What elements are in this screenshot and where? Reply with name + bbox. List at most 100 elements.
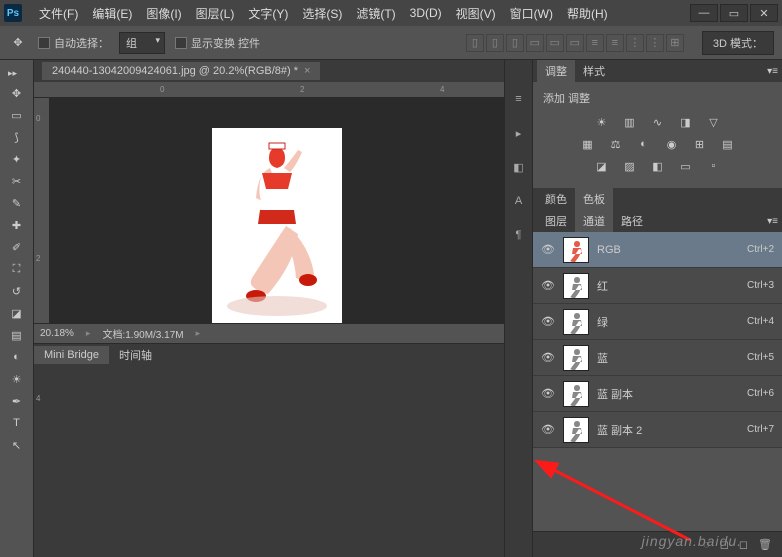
adjustments-tab[interactable]: 调整 xyxy=(537,60,575,82)
menu-view[interactable]: 视图(V) xyxy=(449,5,503,22)
align-right-icon[interactable]: ▯ xyxy=(506,34,524,52)
visibility-toggle-icon[interactable]: 👁 xyxy=(541,315,555,329)
channel-thumbnail xyxy=(563,309,589,335)
menu-help[interactable]: 帮助(H) xyxy=(560,5,615,22)
crop-tool[interactable]: ✂ xyxy=(0,170,33,192)
canvas[interactable] xyxy=(50,98,504,323)
threshold-icon[interactable]: ◧ xyxy=(648,158,668,174)
channel-row[interactable]: 👁绿Ctrl+4 xyxy=(533,304,782,340)
levels-icon[interactable]: ▥ xyxy=(620,114,640,130)
panel-menu-icon[interactable]: ▾≡ xyxy=(767,66,778,77)
menu-edit[interactable]: 编辑(E) xyxy=(85,5,139,22)
actions-dock-icon[interactable]: ▸ xyxy=(510,124,528,142)
visibility-toggle-icon[interactable]: 👁 xyxy=(541,351,555,365)
align-left-icon[interactable]: ▯ xyxy=(466,34,484,52)
visibility-toggle-icon[interactable]: 👁 xyxy=(541,243,555,257)
selective-color-icon[interactable]: ▫ xyxy=(704,158,724,174)
menu-layer[interactable]: 图层(L) xyxy=(189,5,242,22)
show-transform-checkbox[interactable] xyxy=(175,37,187,49)
channels-tab[interactable]: 通道 xyxy=(575,210,613,232)
minimize-button[interactable]: — xyxy=(690,4,718,22)
history-dock-icon[interactable]: ≡ xyxy=(510,90,528,108)
menu-type[interactable]: 文字(Y) xyxy=(241,5,295,22)
mode-3d-button[interactable]: 3D 模式： xyxy=(702,31,774,55)
delete-channel-icon[interactable]: 🗑 xyxy=(758,538,772,551)
magic-wand-tool[interactable]: ✦ xyxy=(0,148,33,170)
lasso-tool[interactable]: ⟆ xyxy=(0,126,33,148)
move-tool[interactable]: ✥ xyxy=(0,82,33,104)
maximize-button[interactable]: ▭ xyxy=(720,4,748,22)
brush-tool[interactable]: ✐ xyxy=(0,236,33,258)
character-dock-icon[interactable]: A xyxy=(510,192,528,210)
curves-icon[interactable]: ∿ xyxy=(648,114,668,130)
zoom-level[interactable]: 20.18% xyxy=(40,328,74,339)
marquee-tool[interactable]: ▭ xyxy=(0,104,33,126)
blur-tool[interactable]: ◐ xyxy=(0,346,33,368)
visibility-toggle-icon[interactable]: 👁 xyxy=(541,279,555,293)
collapse-toolbox-icon[interactable]: ▸▸ xyxy=(0,64,33,82)
align-center-v-icon[interactable]: ▭ xyxy=(546,34,564,52)
align-bottom-icon[interactable]: ▭ xyxy=(566,34,584,52)
path-tool[interactable]: ↖ xyxy=(0,434,33,456)
eyedropper-tool[interactable]: ✎ xyxy=(0,192,33,214)
channel-row[interactable]: 👁红Ctrl+3 xyxy=(533,268,782,304)
layers-tab[interactable]: 图层 xyxy=(537,210,575,232)
stamp-tool[interactable]: ⛶ xyxy=(0,258,33,280)
document-tab[interactable]: 240440-13042009424061.jpg @ 20.2%(RGB/8#… xyxy=(42,62,320,80)
paths-tab[interactable]: 路径 xyxy=(613,210,651,232)
auto-select-option[interactable]: 自动选择： xyxy=(38,35,109,51)
close-tab-icon[interactable]: × xyxy=(304,65,310,77)
hue-icon[interactable]: ▦ xyxy=(578,136,598,152)
channels-menu-icon[interactable]: ▾≡ xyxy=(767,216,778,227)
paragraph-dock-icon[interactable]: ¶ xyxy=(510,226,528,244)
brightness-icon[interactable]: ☀ xyxy=(592,114,612,130)
channel-row[interactable]: 👁蓝 副本 2Ctrl+7 xyxy=(533,412,782,448)
eraser-tool[interactable]: ◪ xyxy=(0,302,33,324)
posterize-icon[interactable]: ▨ xyxy=(620,158,640,174)
channel-mixer-icon[interactable]: ⊞ xyxy=(690,136,710,152)
menu-filter[interactable]: 滤镜(T) xyxy=(349,5,402,22)
menu-file[interactable]: 文件(F) xyxy=(32,5,85,22)
menu-select[interactable]: 选择(S) xyxy=(295,5,349,22)
menu-3d[interactable]: 3D(D) xyxy=(403,6,449,20)
visibility-toggle-icon[interactable]: 👁 xyxy=(541,423,555,437)
mini-bridge-tab[interactable]: Mini Bridge xyxy=(34,346,109,364)
color-balance-icon[interactable]: ⚖ xyxy=(606,136,626,152)
distribute-4-icon[interactable]: ⋮ xyxy=(646,34,664,52)
photo-filter-icon[interactable]: ◉ xyxy=(662,136,682,152)
history-brush-tool[interactable]: ↺ xyxy=(0,280,33,302)
menu-image[interactable]: 图像(I) xyxy=(139,5,188,22)
bw-icon[interactable]: ◐ xyxy=(634,136,654,152)
gradient-tool[interactable]: ▤ xyxy=(0,324,33,346)
healing-tool[interactable]: ✚ xyxy=(0,214,33,236)
channel-row[interactable]: 👁蓝 副本Ctrl+6 xyxy=(533,376,782,412)
swatches-tab[interactable]: 色板 xyxy=(575,188,613,210)
adjustments-title: 添加 调整 xyxy=(543,90,772,106)
visibility-toggle-icon[interactable]: 👁 xyxy=(541,387,555,401)
menu-window[interactable]: 窗口(W) xyxy=(503,5,560,22)
gradient-map-icon[interactable]: ▭ xyxy=(676,158,696,174)
align-top-icon[interactable]: ▭ xyxy=(526,34,544,52)
dodge-tool[interactable]: ☀ xyxy=(0,368,33,390)
channel-row[interactable]: 👁蓝Ctrl+5 xyxy=(533,340,782,376)
vibrance-icon[interactable]: ▽ xyxy=(704,114,724,130)
color-tab[interactable]: 颜色 xyxy=(537,188,575,210)
pen-tool[interactable]: ✒ xyxy=(0,390,33,412)
distribute-3-icon[interactable]: ⋮ xyxy=(626,34,644,52)
distribute-5-icon[interactable]: ⊞ xyxy=(666,34,684,52)
distribute-h-icon[interactable]: ≡ xyxy=(586,34,604,52)
properties-dock-icon[interactable]: ◧ xyxy=(510,158,528,176)
invert-icon[interactable]: ◪ xyxy=(592,158,612,174)
group-layer-dropdown[interactable]: 组 xyxy=(119,32,165,54)
show-transform-option[interactable]: 显示变换 控件 xyxy=(175,35,260,51)
distribute-v-icon[interactable]: ≡ xyxy=(606,34,624,52)
timeline-tab[interactable]: 时间轴 xyxy=(109,344,162,366)
align-center-h-icon[interactable]: ▯ xyxy=(486,34,504,52)
auto-select-checkbox[interactable] xyxy=(38,37,50,49)
exposure-icon[interactable]: ◨ xyxy=(676,114,696,130)
lookup-icon[interactable]: ▤ xyxy=(718,136,738,152)
channel-row[interactable]: 👁RGBCtrl+2 xyxy=(533,232,782,268)
styles-tab[interactable]: 样式 xyxy=(575,60,613,82)
close-button[interactable]: ✕ xyxy=(750,4,778,22)
type-tool[interactable]: T xyxy=(0,412,33,434)
